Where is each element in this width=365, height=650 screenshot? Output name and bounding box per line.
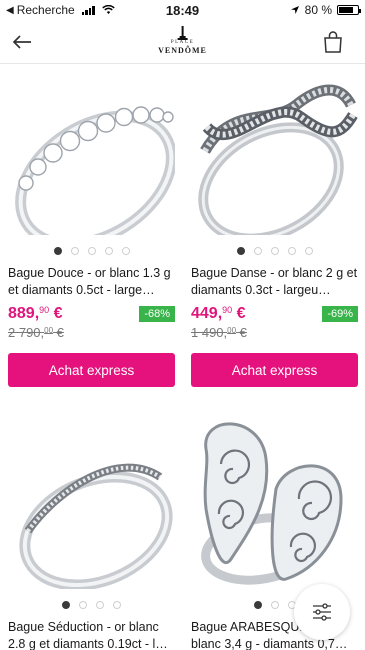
status-bar: ◀ Recherche 18:49 80 % bbox=[0, 0, 365, 20]
shopping-bag-icon bbox=[324, 31, 342, 53]
carousel-dot[interactable] bbox=[96, 601, 104, 609]
wifi-icon bbox=[102, 5, 115, 14]
filter-button[interactable] bbox=[294, 584, 350, 640]
back-to-app-label[interactable]: Recherche bbox=[17, 3, 75, 17]
current-price: 449,90 € bbox=[191, 305, 246, 322]
discount-badge: -69% bbox=[322, 306, 358, 322]
image-carousel-dots[interactable] bbox=[8, 246, 175, 256]
location-arrow-icon bbox=[290, 6, 299, 14]
carousel-dot[interactable] bbox=[121, 247, 130, 255]
clock: 18:49 bbox=[165, 2, 200, 18]
carousel-dot[interactable] bbox=[104, 247, 113, 255]
product-title[interactable]: Bague Douce - or blanc 1.3 g et diamants… bbox=[8, 265, 175, 299]
back-to-app-icon[interactable]: ◀ bbox=[6, 5, 14, 16]
cart-button[interactable] bbox=[321, 28, 345, 56]
carousel-dot[interactable] bbox=[253, 601, 262, 609]
carousel-dot[interactable] bbox=[304, 247, 313, 255]
original-price: 1 490,00 € bbox=[191, 325, 247, 340]
carousel-dot[interactable] bbox=[253, 247, 262, 255]
carousel-dot[interactable] bbox=[287, 247, 296, 255]
product-image[interactable] bbox=[8, 419, 175, 591]
current-price: 889,90 € bbox=[8, 305, 63, 322]
product-image[interactable] bbox=[191, 419, 358, 589]
arrow-left-icon bbox=[12, 35, 31, 49]
express-buy-button[interactable]: Achat express bbox=[8, 353, 175, 387]
product-title[interactable]: Bague Séduction - or blanc 2.8 g et diam… bbox=[8, 619, 175, 650]
carousel-dot[interactable] bbox=[270, 247, 279, 255]
carousel-dot[interactable] bbox=[270, 601, 279, 609]
image-carousel-dots[interactable] bbox=[191, 246, 358, 256]
twisted-ring-icon bbox=[198, 84, 358, 244]
carousel-dot[interactable] bbox=[53, 247, 62, 255]
carousel-dot[interactable] bbox=[70, 247, 79, 255]
product-card[interactable]: Bague Douce - or blanc 1.3 g et diamants… bbox=[8, 65, 177, 387]
place-vendome-logo[interactable]: PLACE VENDÔME bbox=[158, 26, 207, 55]
carousel-dot[interactable] bbox=[87, 247, 96, 255]
arabesque-ring-icon bbox=[201, 422, 343, 585]
price-row: 889,90 € -68% bbox=[8, 305, 175, 323]
carousel-dot[interactable] bbox=[79, 601, 87, 609]
filter-sliders-icon bbox=[313, 603, 331, 621]
carousel-dot[interactable] bbox=[236, 247, 245, 255]
price-row: 449,90 € -69% bbox=[191, 305, 358, 323]
image-carousel-dots[interactable] bbox=[8, 600, 175, 610]
carousel-dot[interactable] bbox=[113, 601, 121, 609]
eternity-ring-icon bbox=[15, 106, 177, 250]
signal-icon bbox=[81, 5, 95, 15]
status-right: 80 % bbox=[219, 3, 361, 17]
original-price: 2 790,00 € bbox=[8, 325, 64, 340]
product-image[interactable] bbox=[8, 65, 177, 250]
express-buy-button[interactable]: Achat express bbox=[191, 353, 358, 387]
app-header: PLACE VENDÔME bbox=[0, 20, 365, 64]
crossover-ring-icon bbox=[19, 463, 173, 591]
discount-badge: -68% bbox=[139, 306, 175, 322]
product-image[interactable] bbox=[191, 65, 358, 244]
battery-percentage: 80 % bbox=[304, 3, 332, 17]
product-title[interactable]: Bague Danse - or blanc 2 g et diamants 0… bbox=[191, 265, 358, 299]
product-card[interactable]: Bague Séduction - or blanc 2.8 g et diam… bbox=[8, 419, 175, 650]
carousel-dot[interactable] bbox=[62, 601, 70, 609]
battery-icon bbox=[337, 5, 361, 15]
logo-text-bottom: VENDÔME bbox=[158, 46, 207, 55]
status-left: ◀ Recherche bbox=[6, 3, 146, 17]
column-logo-icon bbox=[177, 26, 188, 40]
product-card[interactable]: Bague Danse - or blanc 2 g et diamants 0… bbox=[191, 65, 358, 387]
back-button[interactable] bbox=[12, 28, 46, 56]
